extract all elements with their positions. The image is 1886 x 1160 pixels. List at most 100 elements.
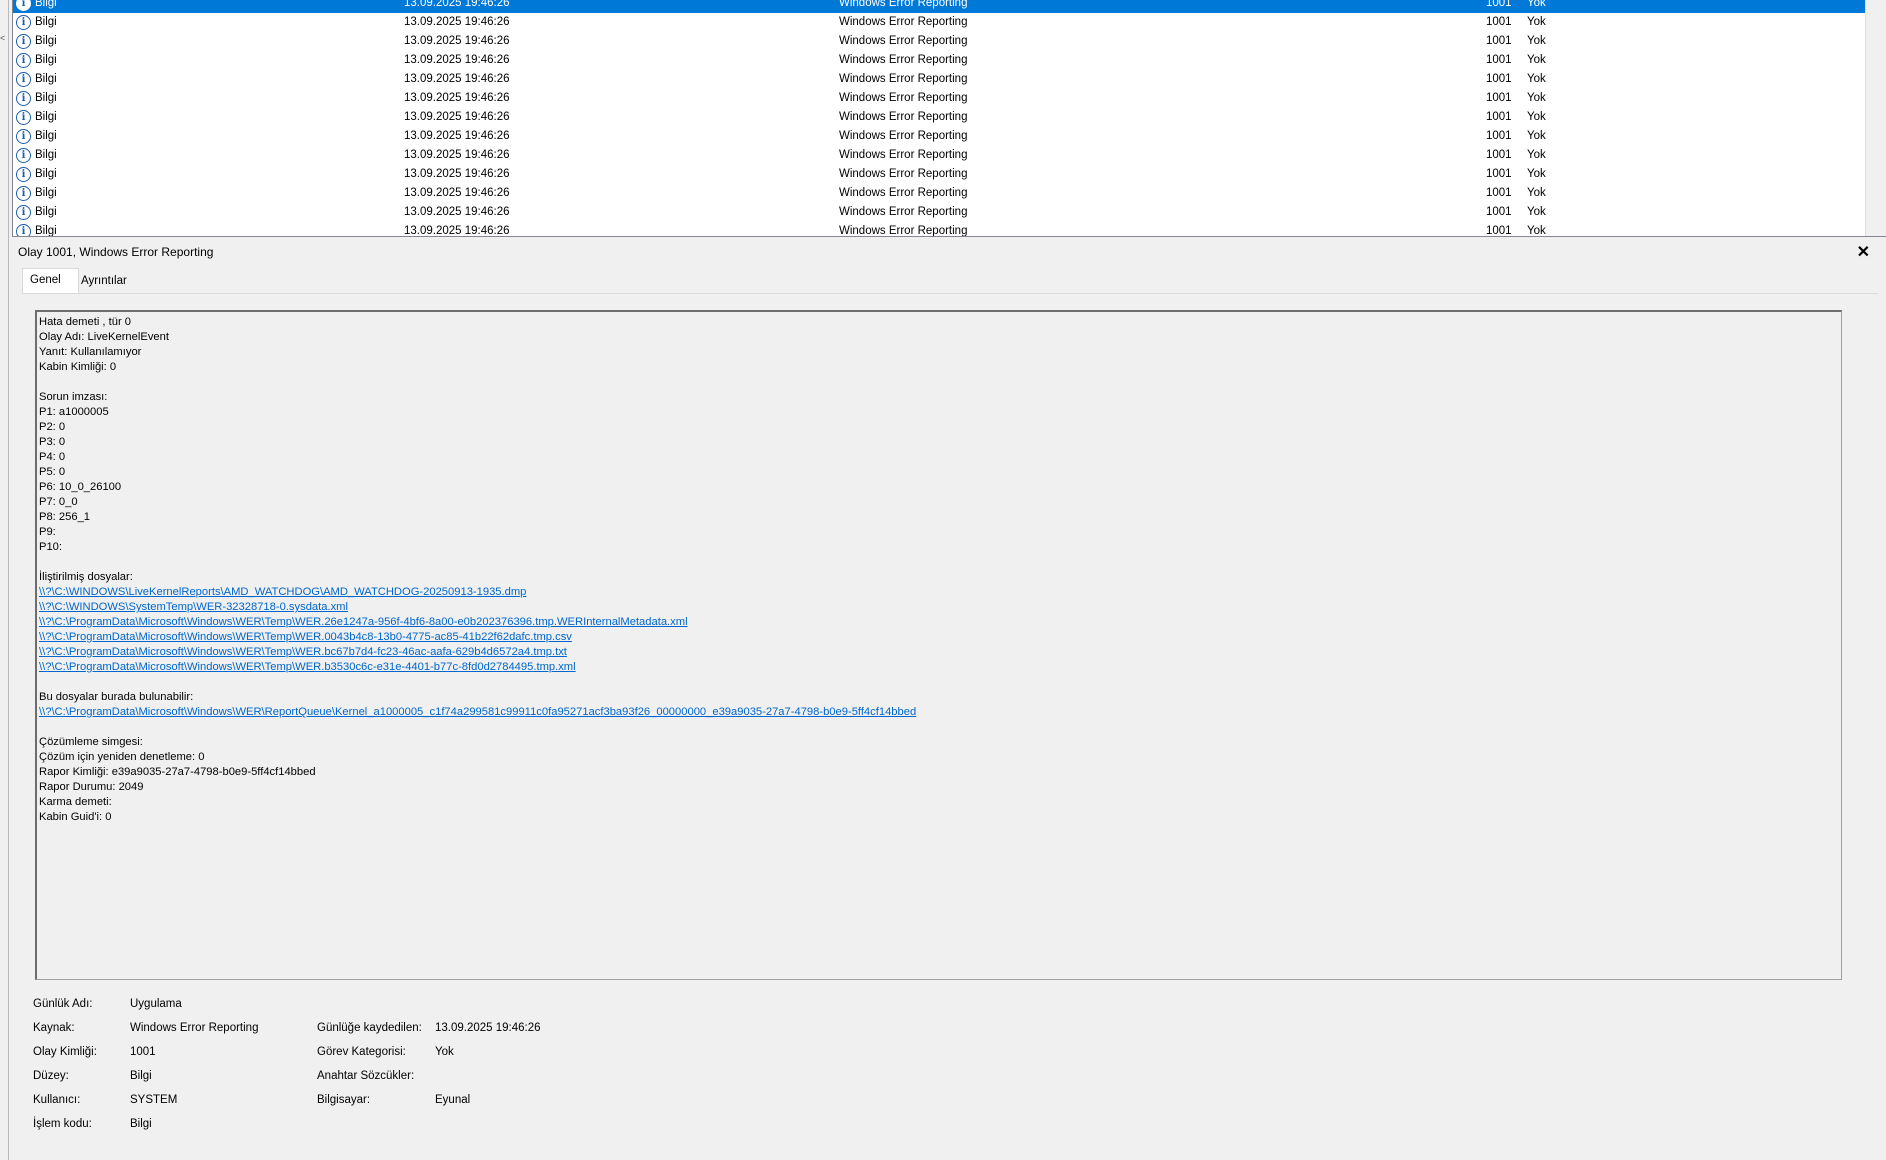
description-line: P9: <box>39 526 56 538</box>
computer-value: Eyunal <box>435 1094 471 1106</box>
level-cell: Bilgi <box>35 92 57 104</box>
table-row[interactable]: i Bilgi 13.09.2025 19:46:26 Windows Error R… <box>13 184 1865 203</box>
info-icon: i <box>16 0 31 11</box>
description-line: P6: 10_0_26100 <box>39 481 122 493</box>
category-cell: Yok <box>1527 187 1546 199</box>
level-cell: Bilgi <box>35 206 57 218</box>
level-cell: Bilgi <box>35 16 57 28</box>
files-location-label: Bu dosyalar burada bulunabilir: <box>39 691 194 703</box>
attached-files-label: İliştirilmiş dosyalar: <box>39 571 133 583</box>
table-row[interactable]: i Bilgi 13.09.2025 19:46:26 Windows Error R… <box>13 203 1865 222</box>
info-icon: i <box>16 224 31 236</box>
close-icon[interactable]: ✕ <box>1857 242 1870 262</box>
event-list[interactable]: i Bilgi 13.09.2025 19:46:26 Windows Error R… <box>12 0 1886 237</box>
event-id-cell: 1001 <box>1486 225 1512 237</box>
event-id-cell: 1001 <box>1486 35 1512 47</box>
date-cell: 13.09.2025 19:46:26 <box>404 187 510 199</box>
level-cell: Bilgi <box>35 149 57 161</box>
logged-value: 13.09.2025 19:46:26 <box>435 1022 541 1034</box>
level-cell: Bilgi <box>35 111 57 123</box>
event-id-cell: 1001 <box>1486 187 1512 199</box>
table-row[interactable]: i Bilgi 13.09.2025 19:46:26 Windows Error R… <box>13 89 1865 108</box>
description-line: Hata demeti , tür 0 <box>39 316 132 328</box>
table-row[interactable]: i Bilgi 13.09.2025 19:46:26 Windows Error R… <box>13 165 1865 184</box>
left-splitter[interactable]: < <box>0 0 9 1160</box>
table-row[interactable]: i Bilgi 13.09.2025 19:46:26 Windows Error R… <box>13 108 1865 127</box>
table-row[interactable]: i Bilgi 13.09.2025 19:46:26 Windows Error R… <box>13 0 1865 13</box>
source-cell: Windows Error Reporting <box>839 111 968 123</box>
files-location-link[interactable]: \\?\C:\ProgramData\Microsoft\Windows\WER… <box>39 705 916 720</box>
description-line: P7: 0_0 <box>39 496 78 508</box>
description-line: Olay Adı: LiveKernelEvent <box>39 331 169 343</box>
date-cell: 13.09.2025 19:46:26 <box>404 54 510 66</box>
category-cell: Yok <box>1527 35 1546 47</box>
vertical-scrollbar[interactable] <box>1865 0 1886 236</box>
logged-label: Günlüğe kaydedilen: <box>317 1022 422 1034</box>
description-line: Çözüm için yeniden denetleme: 0 <box>39 751 205 763</box>
tab-details[interactable]: Ayrıntılar <box>74 270 134 292</box>
date-cell: 13.09.2025 19:46:26 <box>404 130 510 142</box>
description-text: Hata demeti , tür 0 Olay Adı: LiveKernelE… <box>39 315 916 825</box>
tab-divider <box>22 293 1878 294</box>
source-cell: Windows Error Reporting <box>839 16 968 28</box>
table-row[interactable]: i Bilgi 13.09.2025 19:46:26 Windows Error R… <box>13 13 1865 32</box>
source-label: Kaynak: <box>33 1022 75 1034</box>
description-line: P5: 0 <box>39 466 66 478</box>
computer-label: Bilgisayar: <box>317 1094 371 1106</box>
attached-file-link[interactable]: \\?\C:\WINDOWS\SystemTemp\WER-32328718-0… <box>39 600 916 615</box>
attached-file-link[interactable]: \\?\C:\ProgramData\Microsoft\Windows\WER… <box>39 615 916 630</box>
category-cell: Yok <box>1527 130 1546 142</box>
table-row[interactable]: i Bilgi 13.09.2025 19:46:26 Windows Error R… <box>13 127 1865 146</box>
table-row[interactable]: i Bilgi 13.09.2025 19:46:26 Windows Error R… <box>13 70 1865 89</box>
event-id-cell: 1001 <box>1486 206 1512 218</box>
date-cell: 13.09.2025 19:46:26 <box>404 35 510 47</box>
table-row[interactable]: i Bilgi 13.09.2025 19:46:26 Windows Error R… <box>13 146 1865 165</box>
info-icon: i <box>16 91 31 106</box>
level-value: Bilgi <box>130 1070 152 1082</box>
event-id-cell: 1001 <box>1486 149 1512 161</box>
table-row[interactable]: i Bilgi 13.09.2025 19:46:26 Windows Error R… <box>13 222 1865 237</box>
category-cell: Yok <box>1527 168 1546 180</box>
source-cell: Windows Error Reporting <box>839 54 968 66</box>
detail-header: Olay 1001, Windows Error Reporting ✕ <box>12 242 1885 264</box>
detail-title: Olay 1001, Windows Error Reporting <box>18 245 214 259</box>
attached-file-link[interactable]: \\?\C:\WINDOWS\LiveKernelReports\AMD_WAT… <box>39 585 916 600</box>
description-line: Karma demeti: <box>39 796 112 808</box>
source-cell: Windows Error Reporting <box>839 168 968 180</box>
description-line: Çözümleme simgesi: <box>39 736 143 748</box>
tab-general[interactable]: Genel <box>22 268 79 294</box>
task-category-label: Görev Kategorisi: <box>317 1046 406 1058</box>
description-line: P8: 256_1 <box>39 511 91 523</box>
category-cell: Yok <box>1527 16 1546 28</box>
date-cell: 13.09.2025 19:46:26 <box>404 73 510 85</box>
source-cell: Windows Error Reporting <box>839 0 968 9</box>
attached-file-link[interactable]: \\?\C:\ProgramData\Microsoft\Windows\WER… <box>39 660 916 675</box>
user-label: Kullanıcı: <box>33 1094 81 1106</box>
table-row[interactable]: i Bilgi 13.09.2025 19:46:26 Windows Error R… <box>13 32 1865 51</box>
event-id-label: Olay Kimliği: <box>33 1046 97 1058</box>
level-cell: Bilgi <box>35 168 57 180</box>
source-cell: Windows Error Reporting <box>839 35 968 47</box>
description-line: P10: <box>39 541 63 553</box>
event-id-cell: 1001 <box>1486 92 1512 104</box>
level-cell: Bilgi <box>35 225 57 237</box>
level-cell: Bilgi <box>35 130 57 142</box>
description-line: Rapor Kimliği: e39a9035-27a7-4798-b0e9-5… <box>39 766 316 778</box>
table-row[interactable]: i Bilgi 13.09.2025 19:46:26 Windows Error R… <box>13 51 1865 70</box>
description-line: P3: 0 <box>39 436 66 448</box>
info-icon: i <box>16 72 31 87</box>
attached-file-link[interactable]: \\?\C:\ProgramData\Microsoft\Windows\WER… <box>39 645 916 660</box>
event-description[interactable]: Hata demeti , tür 0 Olay Adı: LiveKernelE… <box>35 310 1842 980</box>
description-line: Kabin Kimliği: 0 <box>39 361 117 373</box>
info-icon: i <box>16 129 31 144</box>
source-value: Windows Error Reporting <box>130 1022 259 1034</box>
event-id-cell: 1001 <box>1486 0 1512 9</box>
info-icon: i <box>16 34 31 49</box>
event-id-cell: 1001 <box>1486 168 1512 180</box>
description-line: P1: a1000005 <box>39 406 109 418</box>
attached-file-link[interactable]: \\?\C:\ProgramData\Microsoft\Windows\WER… <box>39 630 916 645</box>
source-cell: Windows Error Reporting <box>839 149 968 161</box>
description-line: P4: 0 <box>39 451 66 463</box>
